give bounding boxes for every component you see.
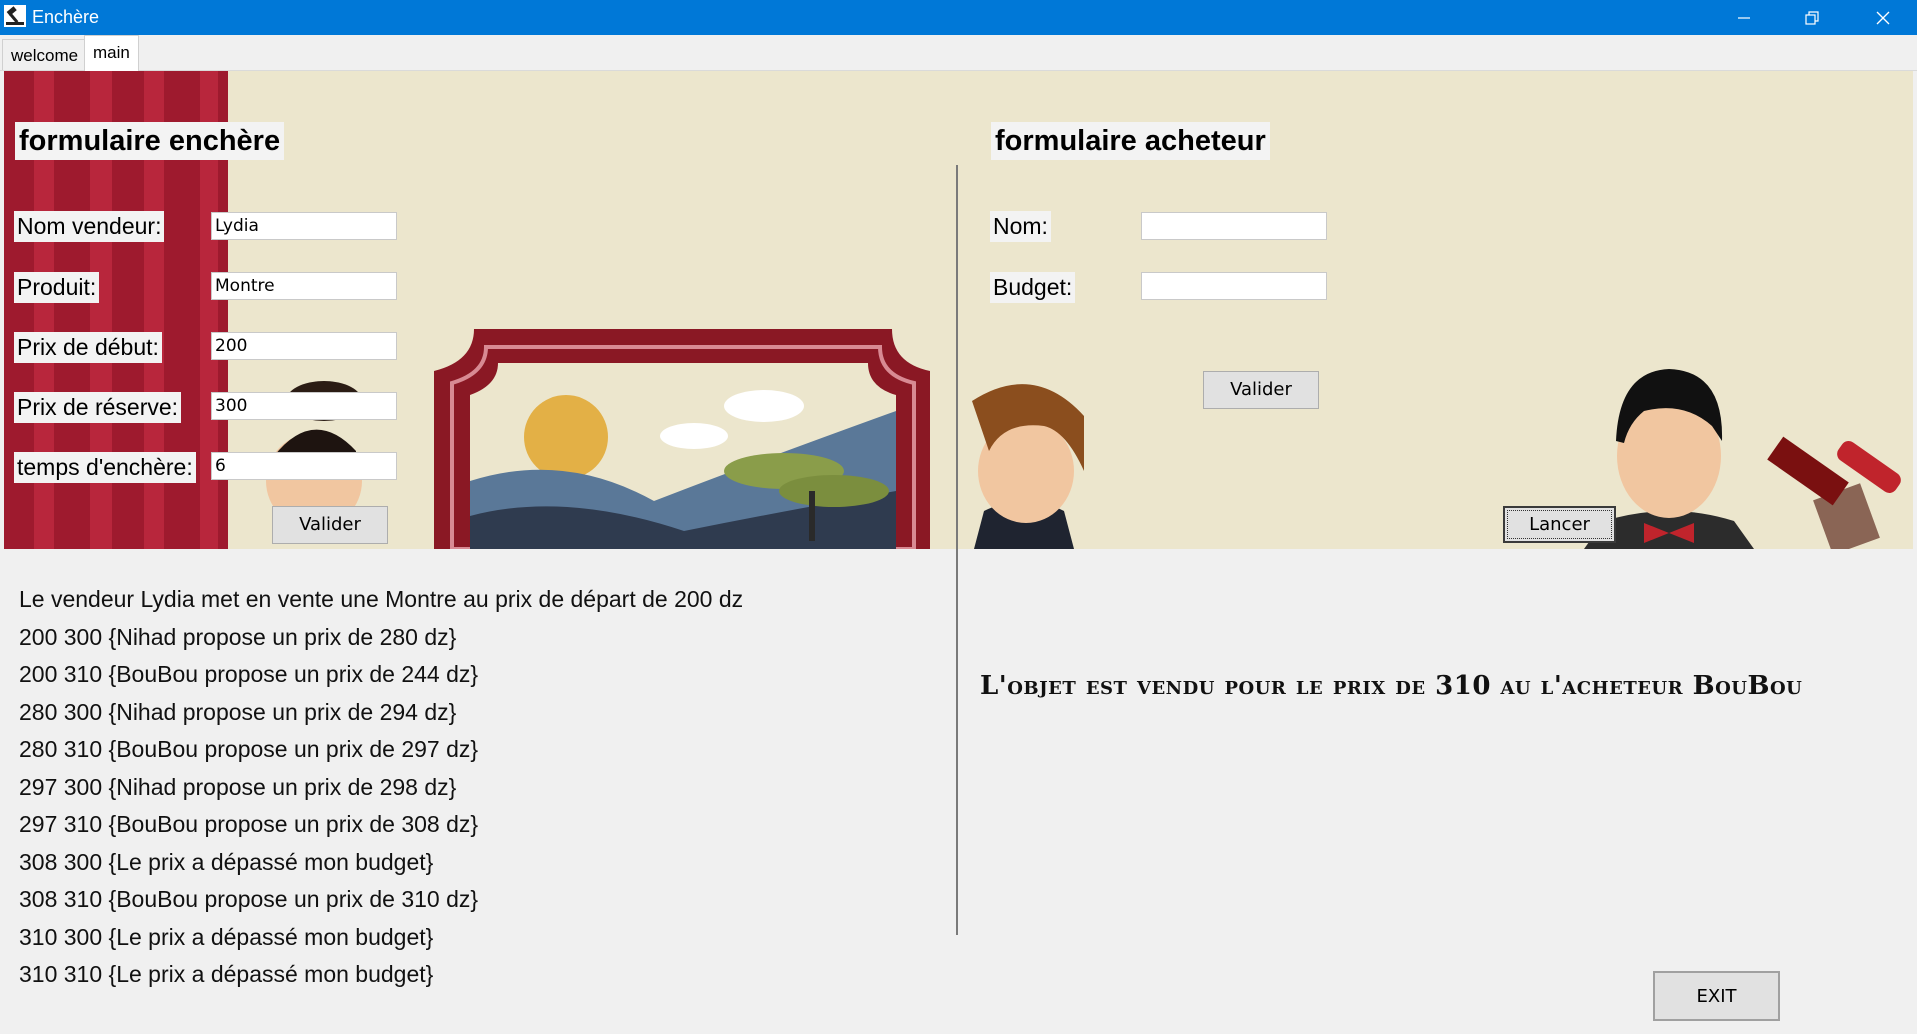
reserve-price-field[interactable]: [211, 392, 397, 420]
tab-main[interactable]: main: [84, 35, 139, 71]
budget-label: Budget:: [990, 272, 1076, 303]
close-button[interactable]: [1849, 0, 1917, 35]
log-line: 310 310 {Le prix a dépassé mon budget}: [19, 961, 434, 987]
reserve-price-label: Prix de réserve:: [14, 392, 182, 423]
exit-button[interactable]: EXIT: [1653, 971, 1780, 1021]
buyer-form-title: formulaire acheteur: [991, 122, 1270, 160]
auction-time-label: temps d'enchère:: [14, 452, 196, 483]
log-line: Le vendeur Lydia met en vente une Montre…: [19, 586, 744, 612]
log-line: 200 300 {Nihad propose un prix de 280 dz…: [19, 623, 457, 650]
restore-icon: [1805, 10, 1819, 25]
minimize-button[interactable]: [1710, 0, 1778, 35]
close-icon: [1876, 11, 1890, 24]
start-price-field[interactable]: [211, 332, 397, 360]
log-line: 308 300 {Le prix a dépassé mon budget}: [19, 848, 434, 875]
gavel-icon: [4, 5, 26, 27]
budget-field[interactable]: [1141, 272, 1327, 300]
tab-welcome[interactable]: welcome: [2, 39, 88, 70]
tab-bar: welcome main: [0, 35, 1917, 71]
product-label: Produit:: [14, 272, 100, 303]
log-line: 308 310 {BouBou propose un prix de 310 d…: [19, 886, 479, 912]
log-line: 310 300 {Le prix a dépassé mon budget}: [19, 923, 434, 950]
launch-button[interactable]: Lancer: [1503, 506, 1616, 543]
minimize-icon: [1738, 16, 1750, 19]
product-field[interactable]: [211, 272, 397, 300]
window-title: Enchère: [32, 7, 100, 27]
buyer-name-field[interactable]: [1141, 212, 1327, 240]
log-line: 297 300 {Nihad propose un prix de 298 dz…: [19, 773, 457, 800]
start-price-label: Prix de début:: [14, 332, 162, 363]
buyer-validate-button[interactable]: Valider: [1203, 371, 1319, 409]
divider: [956, 165, 958, 935]
log-line: 200 310 {BouBou propose un prix de 244 d…: [19, 661, 479, 687]
seller-name-label: Nom vendeur:: [14, 211, 165, 242]
auction-log: Le vendeur Lydia met en vente une Montre…: [19, 581, 743, 994]
log-line: 280 300 {Nihad propose un prix de 294 dz…: [19, 698, 457, 725]
seller-name-field[interactable]: [211, 212, 397, 240]
auction-result: L'objet est vendu pour le prix de 310 au…: [980, 671, 1803, 701]
seller-validate-button[interactable]: Valider: [272, 506, 388, 544]
title-bar: Enchère: [0, 0, 1917, 35]
restore-button[interactable]: [1778, 0, 1846, 35]
buyer-name-label: Nom:: [990, 211, 1051, 242]
auction-time-field[interactable]: [211, 452, 397, 480]
log-line: 280 310 {BouBou propose un prix de 297 d…: [19, 736, 479, 762]
log-line: 297 310 {BouBou propose un prix de 308 d…: [19, 811, 479, 837]
seller-form-title: formulaire enchère: [15, 122, 285, 160]
